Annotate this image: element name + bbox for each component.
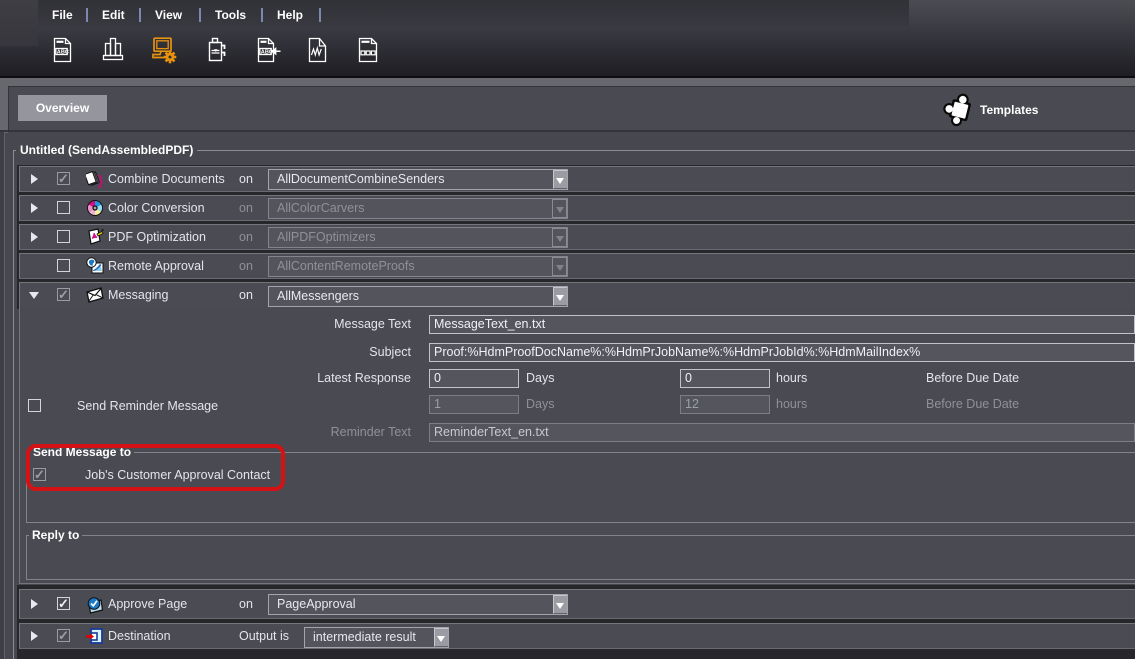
svg-text:}: } [98,172,104,188]
svg-text:ABC: ABC [57,49,69,55]
svg-text:ABC: ABC [261,49,273,55]
